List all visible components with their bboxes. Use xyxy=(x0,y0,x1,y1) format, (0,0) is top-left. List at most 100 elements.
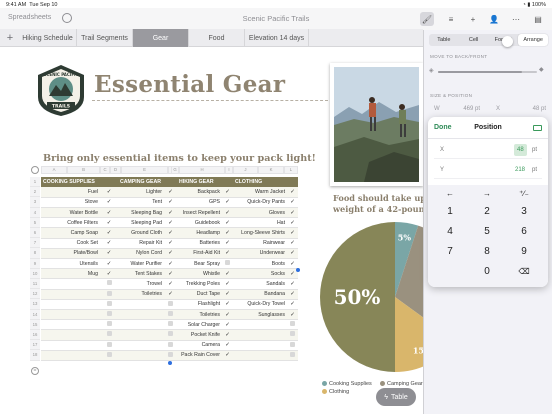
checked-checkbox[interactable]: ✓ xyxy=(222,238,234,249)
key-left-arrow[interactable]: ← xyxy=(433,185,467,201)
checked-checkbox[interactable]: ✓ xyxy=(222,217,234,229)
item-cell[interactable]: Insect Repellent xyxy=(177,207,223,219)
checked-checkbox[interactable]: ✓ xyxy=(222,207,234,219)
item-cell[interactable]: Sandals xyxy=(233,278,288,290)
checked-checkbox[interactable]: ✓ xyxy=(287,227,299,239)
item-cell[interactable]: Trekking Poles xyxy=(177,278,223,290)
key-2[interactable]: 2 xyxy=(470,203,504,219)
y-value-input[interactable]: 218 xyxy=(512,164,528,176)
item-cell[interactable]: Pack Rain Cover xyxy=(177,350,223,361)
checked-checkbox[interactable]: ✓ xyxy=(164,227,178,239)
tab-gear[interactable]: Gear xyxy=(133,29,189,47)
x-field-top[interactable]: X 48 pt xyxy=(496,102,546,116)
key-plus-minus[interactable]: ⁺∕₋ xyxy=(507,185,541,201)
item-cell[interactable]: Repair Kit xyxy=(118,238,165,249)
item-cell[interactable]: Quick-Dry Towel xyxy=(233,299,288,310)
checkbox-box[interactable] xyxy=(106,341,112,347)
pages-icon[interactable]: ▤ xyxy=(531,12,545,26)
align-icon[interactable]: ≡ xyxy=(444,12,458,26)
checkbox-box[interactable] xyxy=(106,351,112,357)
item-cell[interactable]: Sunglasses xyxy=(233,309,288,321)
item-cell[interactable]: GPS xyxy=(177,197,223,209)
key-right-arrow[interactable]: → xyxy=(470,185,504,201)
tab-food[interactable]: Food xyxy=(189,29,245,47)
item-cell[interactable] xyxy=(233,350,288,361)
item-cell[interactable]: Water Purifier xyxy=(118,258,165,270)
checkbox-box[interactable] xyxy=(106,331,112,337)
checked-checkbox[interactable]: ✓ xyxy=(287,197,299,209)
item-cell[interactable]: First-Aid Kit xyxy=(177,248,223,260)
checked-checkbox[interactable]: ✓ xyxy=(222,289,234,300)
row-header[interactable]: 12 xyxy=(30,289,40,300)
checked-checkbox[interactable]: ✓ xyxy=(287,217,299,229)
checked-checkbox[interactable]: ✓ xyxy=(222,309,234,321)
item-cell[interactable] xyxy=(118,319,165,331)
checked-checkbox[interactable]: ✓ xyxy=(100,187,119,198)
item-cell[interactable]: Backpack xyxy=(177,187,223,198)
item-cell[interactable]: Batteries xyxy=(177,238,223,249)
row-header[interactable]: 16 xyxy=(30,330,40,341)
column-header[interactable]: E xyxy=(121,166,168,174)
checked-checkbox[interactable]: ✓ xyxy=(287,278,299,290)
item-cell[interactable] xyxy=(233,319,288,331)
row-header[interactable]: 13 xyxy=(30,299,40,310)
checked-checkbox[interactable]: ✓ xyxy=(287,207,299,219)
checkbox-box[interactable] xyxy=(168,311,174,317)
item-cell[interactable] xyxy=(233,329,288,341)
item-cell[interactable]: Toiletries xyxy=(118,289,165,300)
table-header-cell[interactable]: CAMPING GEAR xyxy=(118,177,178,188)
key-9[interactable]: 9 xyxy=(507,243,541,259)
checked-checkbox[interactable]: ✓ xyxy=(100,268,119,280)
column-header[interactable]: L xyxy=(284,166,298,174)
item-cell[interactable]: Long-Sleeve Shirts xyxy=(233,227,288,239)
item-cell[interactable]: Quick-Dry Pants xyxy=(233,197,288,209)
row-header[interactable]: 7 xyxy=(30,238,40,249)
key-8[interactable]: 8 xyxy=(470,243,504,259)
add-row-handle[interactable]: = xyxy=(31,367,39,375)
gear-table[interactable]: COOKING SUPPLIES CAMPING GEAR HIKING GEAR C… xyxy=(41,177,299,361)
item-cell[interactable]: Sleeping Pad xyxy=(118,217,165,229)
empty-checkbox[interactable] xyxy=(100,329,119,341)
table-resize-handle-right[interactable] xyxy=(296,268,300,272)
checked-checkbox[interactable]: ✓ xyxy=(164,268,178,280)
item-cell[interactable]: Lighter xyxy=(118,187,165,198)
item-cell[interactable]: Pocket Knife xyxy=(177,329,223,341)
column-header[interactable]: J xyxy=(233,166,258,174)
item-cell[interactable]: Bear Spray xyxy=(177,258,223,270)
item-cell[interactable] xyxy=(41,289,100,300)
item-cell[interactable] xyxy=(41,278,100,290)
checked-checkbox[interactable]: ✓ xyxy=(100,197,119,209)
delete-key-icon[interactable]: ⌫ xyxy=(507,263,541,279)
checked-checkbox[interactable]: ✓ xyxy=(164,238,178,249)
item-cell[interactable]: Warm Jacket xyxy=(233,187,288,198)
checked-checkbox[interactable]: ✓ xyxy=(222,268,234,280)
item-cell[interactable]: Ground Cloth xyxy=(118,227,165,239)
keyboard-icon[interactable] xyxy=(533,125,542,131)
item-cell[interactable] xyxy=(41,350,100,361)
key-5[interactable]: 5 xyxy=(470,223,504,239)
row-header[interactable]: 1 xyxy=(30,177,40,188)
empty-checkbox[interactable] xyxy=(100,309,119,321)
item-cell[interactable]: Hat xyxy=(233,217,288,229)
row-header[interactable]: 5 xyxy=(30,217,40,228)
row-header[interactable]: 18 xyxy=(30,350,40,361)
checked-checkbox[interactable]: ✓ xyxy=(287,238,299,249)
checkbox-box[interactable] xyxy=(106,300,112,306)
item-cell[interactable]: Toiletries xyxy=(177,309,223,321)
inspector-tab-cell[interactable]: Cell xyxy=(459,34,489,46)
checked-checkbox[interactable]: ✓ xyxy=(222,187,234,198)
item-cell[interactable] xyxy=(118,340,165,351)
position-x-row[interactable]: X 48 pt xyxy=(434,141,542,159)
empty-checkbox[interactable] xyxy=(100,340,119,351)
item-cell[interactable] xyxy=(233,340,288,351)
item-cell[interactable]: Tent Stakes xyxy=(118,268,165,280)
checked-checkbox[interactable]: ✓ xyxy=(164,289,178,300)
item-cell[interactable]: Cook Set xyxy=(41,238,100,249)
item-cell[interactable] xyxy=(41,329,100,341)
checked-checkbox[interactable]: ✓ xyxy=(222,350,234,361)
position-y-row[interactable]: Y 218 pt xyxy=(434,161,542,179)
key-3[interactable]: 3 xyxy=(507,203,541,219)
item-cell[interactable] xyxy=(41,309,100,321)
item-cell[interactable]: Coffee Filters xyxy=(41,217,100,229)
item-cell[interactable]: Bandana xyxy=(233,289,288,300)
